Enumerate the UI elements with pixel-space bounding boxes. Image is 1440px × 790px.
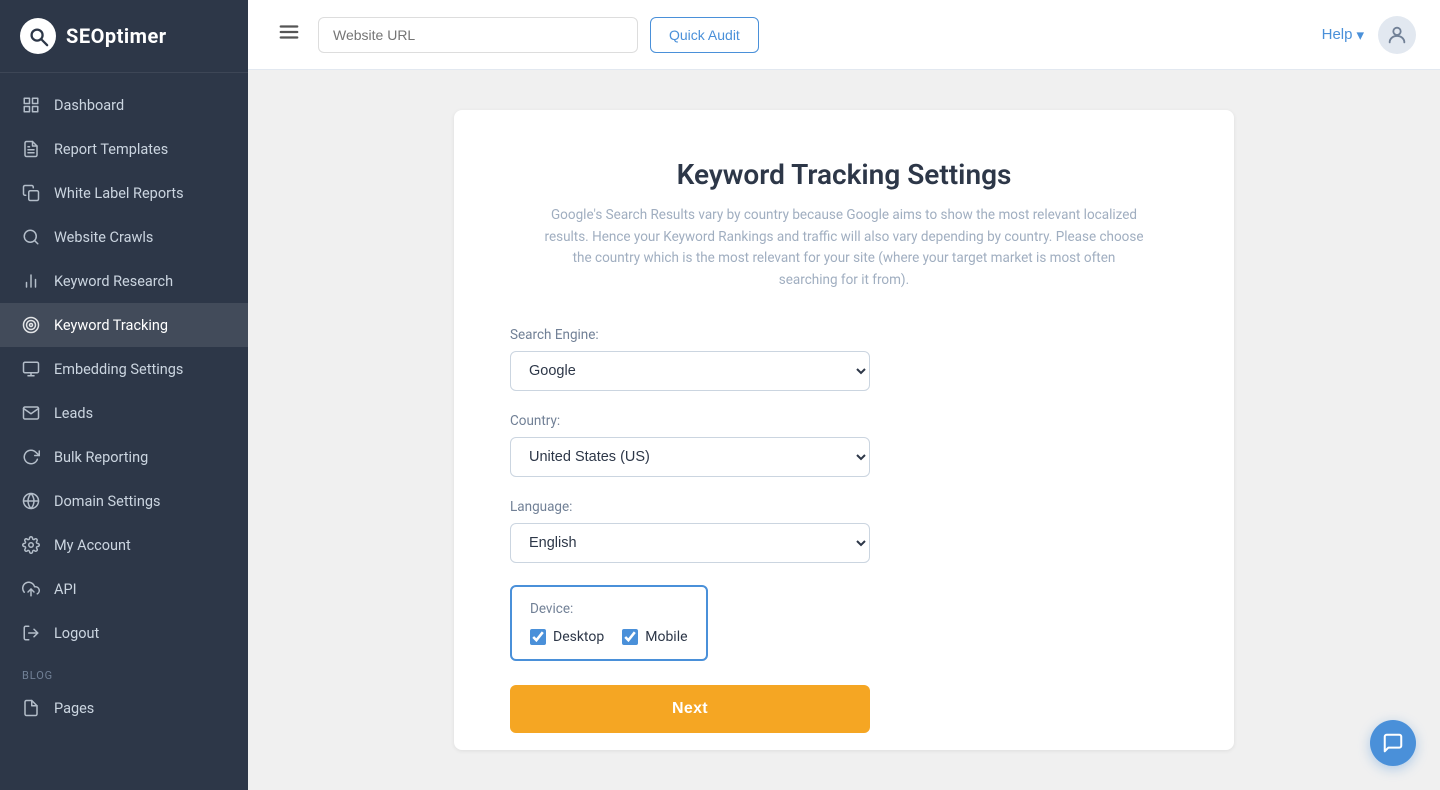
header-right: Help ▾ [1322, 16, 1416, 54]
desktop-checkbox-label[interactable]: Desktop [530, 629, 604, 645]
help-button[interactable]: Help ▾ [1322, 26, 1364, 44]
country-group: Country: United States (US) United Kingd… [510, 413, 1178, 477]
search-engine-select[interactable]: Google Bing Yahoo [510, 351, 870, 391]
avatar-icon [1386, 24, 1408, 46]
page-subtitle: Google's Search Results vary by country … [544, 205, 1144, 291]
mobile-checkbox-label[interactable]: Mobile [622, 629, 687, 645]
sidebar-item-leads[interactable]: Leads [0, 391, 248, 435]
sidebar-nav: Dashboard Report Templates White Label R… [0, 73, 248, 790]
sidebar-item-my-account[interactable]: My Account [0, 523, 248, 567]
log-out-icon [22, 624, 40, 642]
language-label: Language: [510, 499, 1178, 515]
hamburger-button[interactable] [272, 15, 306, 55]
sidebar-item-label: Pages [54, 700, 94, 717]
form-card: Keyword Tracking Settings Google's Searc… [454, 110, 1234, 750]
sidebar-item-label: Keyword Tracking [54, 317, 168, 334]
logo-icon [20, 18, 56, 54]
copy-icon [22, 184, 40, 202]
grid-icon [22, 96, 40, 114]
sidebar-item-label: Logout [54, 625, 99, 642]
menu-icon [278, 21, 300, 43]
sidebar-item-embedding-settings[interactable]: Embedding Settings [0, 347, 248, 391]
language-group: Language: English Spanish French German … [510, 499, 1178, 563]
sidebar-item-website-crawls[interactable]: Website Crawls [0, 215, 248, 259]
sidebar-item-api[interactable]: API [0, 567, 248, 611]
blog-section-label: Blog [0, 655, 248, 686]
sidebar-item-label: Bulk Reporting [54, 449, 148, 466]
sidebar-item-label: Leads [54, 405, 93, 422]
sidebar-item-label: Keyword Research [54, 273, 173, 290]
content-area: Keyword Tracking Settings Google's Searc… [248, 70, 1440, 790]
search-icon [22, 228, 40, 246]
sidebar-item-pages[interactable]: Pages [0, 686, 248, 730]
sidebar: SEOptimer Dashboard Report Templates Whi… [0, 0, 248, 790]
sidebar-item-label: Dashboard [54, 97, 124, 114]
file-icon [22, 699, 40, 717]
country-select[interactable]: United States (US) United Kingdom (GB) C… [510, 437, 870, 477]
sidebar-item-bulk-reporting[interactable]: Bulk Reporting [0, 435, 248, 479]
device-checkboxes: Desktop Mobile [530, 629, 688, 645]
file-text-icon [22, 140, 40, 158]
sidebar-logo: SEOptimer [0, 0, 248, 73]
sidebar-item-report-templates[interactable]: Report Templates [0, 127, 248, 171]
sidebar-item-label: Embedding Settings [54, 361, 183, 378]
settings-icon [22, 536, 40, 554]
device-group: Device: Desktop Mobile [510, 585, 1178, 661]
sidebar-item-logout[interactable]: Logout [0, 611, 248, 655]
next-button[interactable]: Next [510, 685, 870, 733]
globe-icon [22, 492, 40, 510]
search-engine-group: Search Engine: Google Bing Yahoo [510, 327, 1178, 391]
sidebar-item-white-label[interactable]: White Label Reports [0, 171, 248, 215]
device-label: Device: [530, 601, 688, 617]
logo-text: SEOptimer [66, 24, 167, 48]
sidebar-item-keyword-research[interactable]: Keyword Research [0, 259, 248, 303]
chat-icon [1382, 732, 1404, 754]
monitor-icon [22, 360, 40, 378]
chat-bubble-button[interactable] [1370, 720, 1416, 766]
sidebar-item-domain-settings[interactable]: Domain Settings [0, 479, 248, 523]
sidebar-item-label: API [54, 581, 77, 598]
avatar-button[interactable] [1378, 16, 1416, 54]
mobile-label: Mobile [645, 629, 687, 645]
desktop-checkbox[interactable] [530, 629, 546, 645]
refresh-icon [22, 448, 40, 466]
main-area: Quick Audit Help ▾ Keyword Tracking Sett… [248, 0, 1440, 790]
url-input[interactable] [318, 17, 638, 53]
language-select[interactable]: English Spanish French German Portuguese [510, 523, 870, 563]
desktop-label: Desktop [553, 629, 604, 645]
quick-audit-button[interactable]: Quick Audit [650, 17, 759, 53]
page-title: Keyword Tracking Settings [510, 158, 1178, 191]
header: Quick Audit Help ▾ [248, 0, 1440, 70]
device-box: Device: Desktop Mobile [510, 585, 708, 661]
mail-icon [22, 404, 40, 422]
search-engine-label: Search Engine: [510, 327, 1178, 343]
sidebar-item-label: Domain Settings [54, 493, 160, 510]
sidebar-item-label: White Label Reports [54, 185, 184, 202]
help-label: Help [1322, 26, 1353, 43]
target-icon [22, 316, 40, 334]
sidebar-item-label: Website Crawls [54, 229, 153, 246]
help-caret-icon: ▾ [1356, 26, 1364, 44]
sidebar-item-label: My Account [54, 537, 131, 554]
mobile-checkbox[interactable] [622, 629, 638, 645]
sidebar-item-label: Report Templates [54, 141, 168, 158]
upload-icon [22, 580, 40, 598]
sidebar-item-keyword-tracking[interactable]: Keyword Tracking [0, 303, 248, 347]
country-label: Country: [510, 413, 1178, 429]
bar-chart-icon [22, 272, 40, 290]
sidebar-item-dashboard[interactable]: Dashboard [0, 83, 248, 127]
